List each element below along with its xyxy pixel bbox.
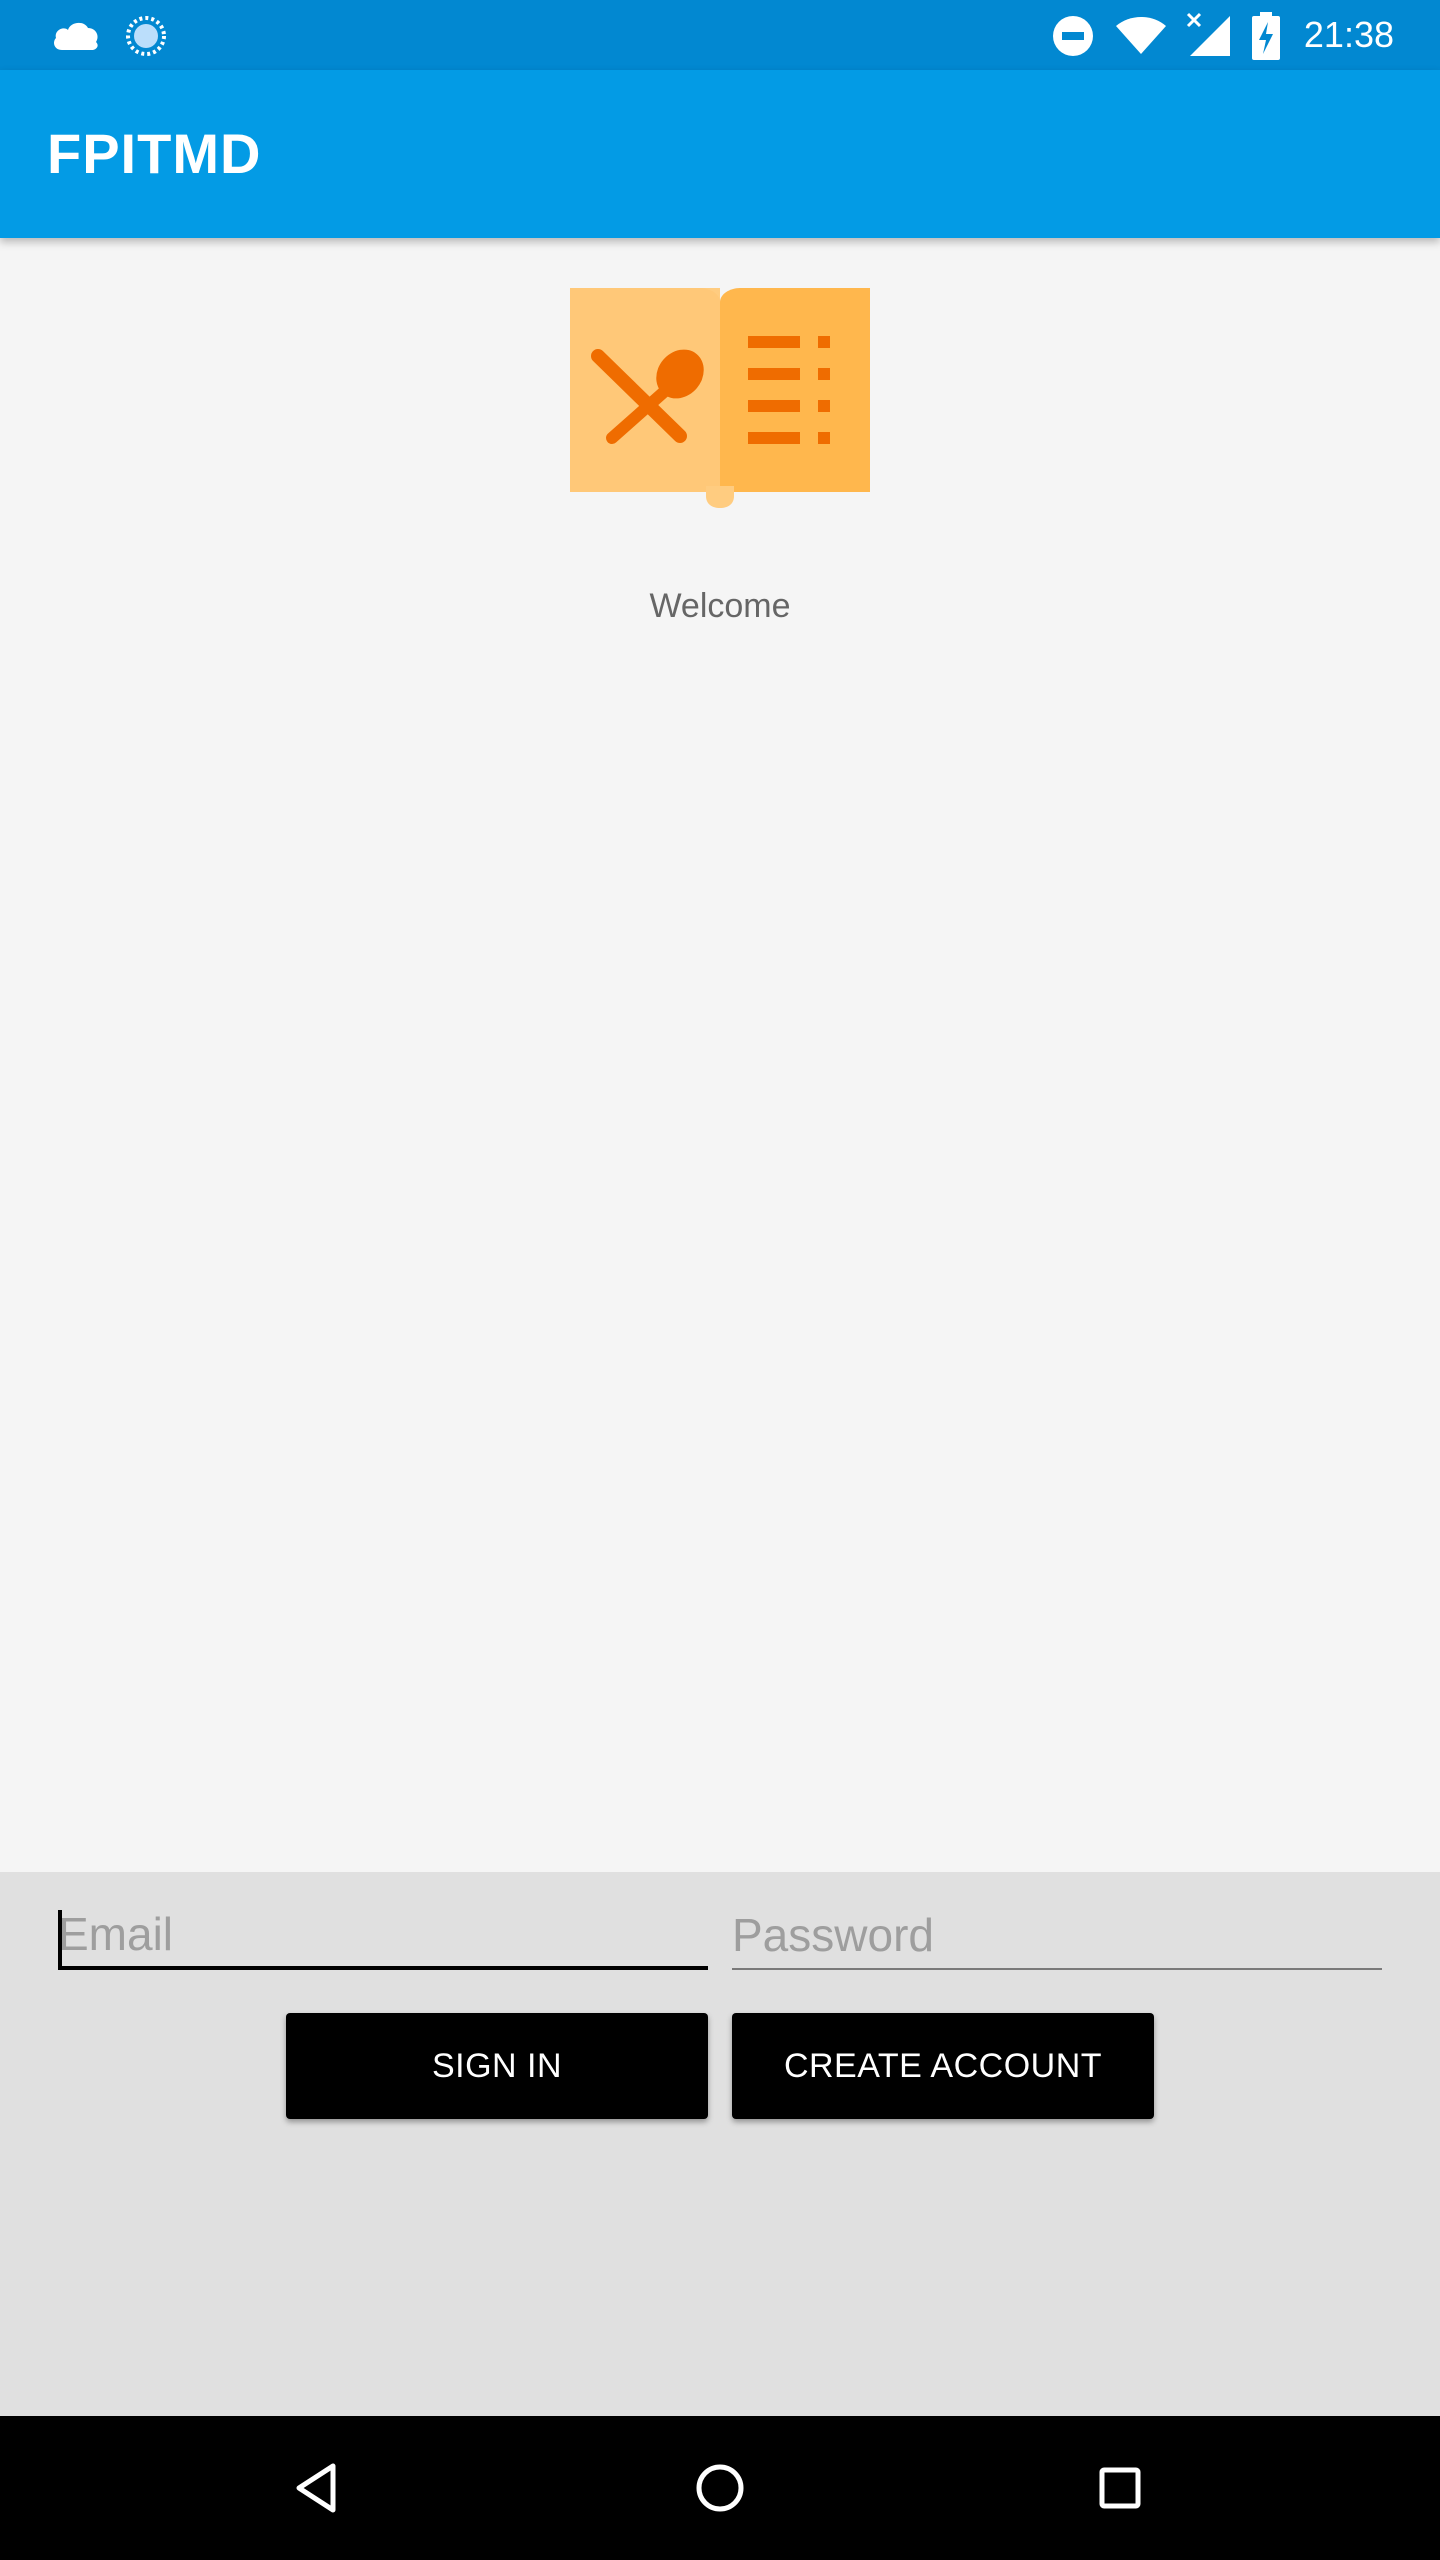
cell-signal-no-data-icon [1186, 12, 1230, 56]
nav-home-button[interactable] [670, 2438, 770, 2538]
sign-in-button[interactable]: SIGN IN [286, 2013, 708, 2119]
back-icon [296, 2463, 336, 2513]
password-field-container [732, 1902, 1382, 1970]
cloud-icon [54, 22, 98, 50]
menu-book-icon [570, 288, 870, 508]
create-account-button[interactable]: CREATE ACCOUNT [732, 2013, 1154, 2119]
nav-back-button[interactable] [266, 2438, 366, 2538]
system-nav-bar [0, 2416, 1440, 2560]
do-not-disturb-icon [1053, 16, 1093, 56]
app-bar: FPITMD [0, 70, 1440, 238]
home-icon [696, 2464, 744, 2512]
recents-icon [1099, 2467, 1141, 2509]
status-bar: 21:38 [0, 0, 1440, 70]
text-cursor [58, 1910, 62, 1966]
main-content: Welcome [0, 238, 1440, 1872]
nav-recents-button[interactable] [1070, 2438, 1170, 2538]
battery-charging-icon [1252, 12, 1280, 60]
password-field[interactable] [732, 1902, 1382, 1968]
sync-progress-icon [126, 16, 166, 56]
login-panel: SIGN IN CREATE ACCOUNT [0, 1872, 1440, 2416]
wifi-icon [1116, 17, 1166, 54]
app-title: FPITMD [47, 122, 262, 185]
status-time: 21:38 [1303, 14, 1394, 55]
screen: 21:38 FPITMD Welcome Email SIGN IN CREAT… [0, 0, 1440, 2560]
email-field-container [58, 1902, 708, 1970]
email-field[interactable] [58, 1902, 708, 1966]
welcome-text: Welcome [649, 587, 791, 625]
